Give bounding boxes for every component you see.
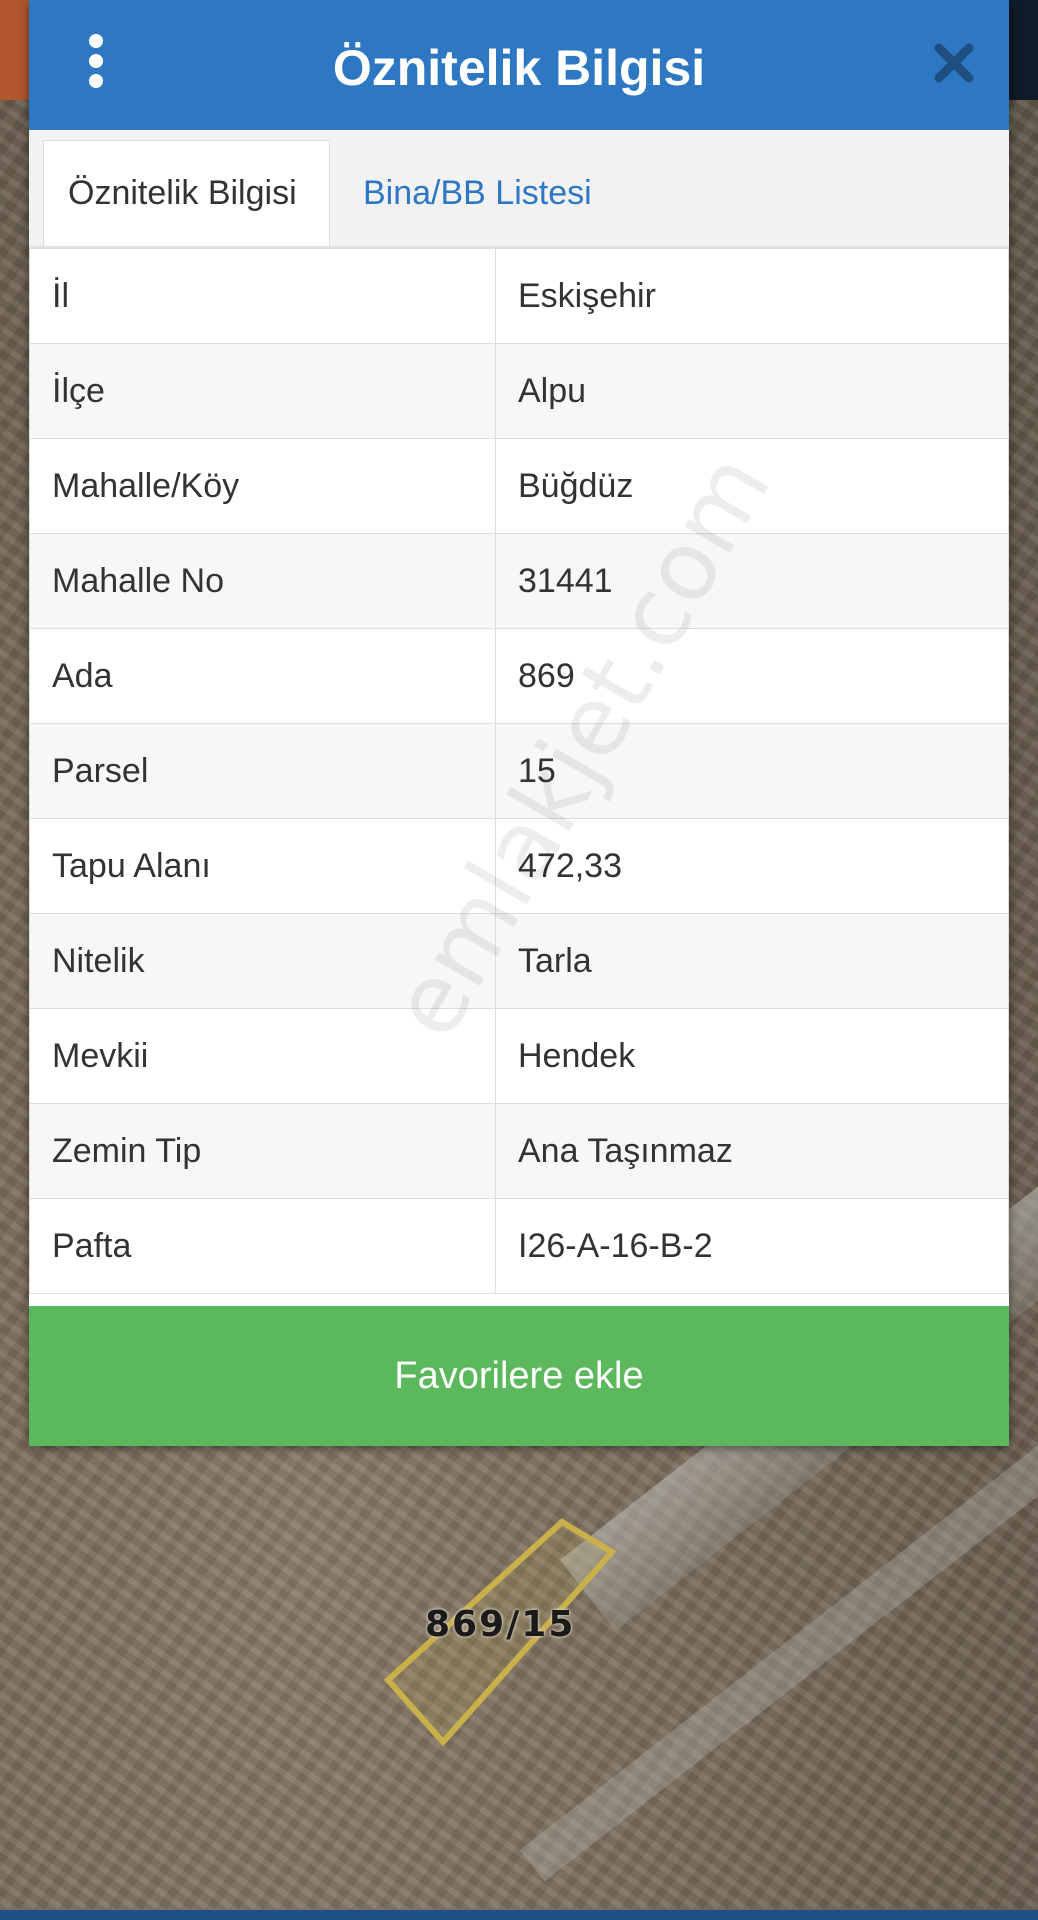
attribute-value: Eskişehir <box>495 248 1009 344</box>
table-row: Mevkii Hendek <box>29 1008 1009 1104</box>
dialog-title: Öznitelik Bilgisi <box>332 40 706 96</box>
attribute-value: I26-A-16-B-2 <box>495 1198 1009 1294</box>
attribute-value: Tarla <box>495 913 1009 1009</box>
close-icon[interactable] <box>933 42 975 84</box>
attribute-label: Pafta <box>29 1198 496 1294</box>
attribute-value: Alpu <box>495 343 1009 439</box>
attribute-label: İlçe <box>29 343 496 439</box>
table-row: İlçe Alpu <box>29 343 1009 439</box>
tab-attribute-info[interactable]: Öznitelik Bilgisi <box>43 140 330 246</box>
attribute-value: Ana Taşınmaz <box>495 1103 1009 1199</box>
attribute-label: Mahalle/Köy <box>29 438 496 534</box>
table-row: Mahalle No 31441 <box>29 533 1009 629</box>
parcel-label: 869/15 <box>425 1604 576 1645</box>
attribute-label: Mahalle No <box>29 533 496 629</box>
dialog-header: Öznitelik Bilgisi <box>29 0 1009 130</box>
attribute-value: Hendek <box>495 1008 1009 1104</box>
add-to-favorites-button[interactable]: Favorilere ekle <box>29 1306 1009 1446</box>
tab-building-list[interactable]: Bina/BB Listesi <box>339 140 616 246</box>
tab-bar: Öznitelik Bilgisi Bina/BB Listesi <box>29 130 1009 248</box>
table-row: Ada 869 <box>29 628 1009 724</box>
attribute-label: Parsel <box>29 723 496 819</box>
table-row: İl Eskişehir <box>29 248 1009 344</box>
more-vertical-icon[interactable] <box>87 34 105 88</box>
table-row: Pafta I26-A-16-B-2 <box>29 1198 1009 1294</box>
attribute-dialog: Öznitelik Bilgisi Öznitelik Bilgisi Bina… <box>29 0 1009 1446</box>
table-row: Mahalle/Köy Büğdüz <box>29 438 1009 534</box>
attribute-label: Ada <box>29 628 496 724</box>
attribute-label: Zemin Tip <box>29 1103 496 1199</box>
attribute-label: İl <box>29 248 496 344</box>
table-row: Zemin Tip Ana Taşınmaz <box>29 1103 1009 1199</box>
